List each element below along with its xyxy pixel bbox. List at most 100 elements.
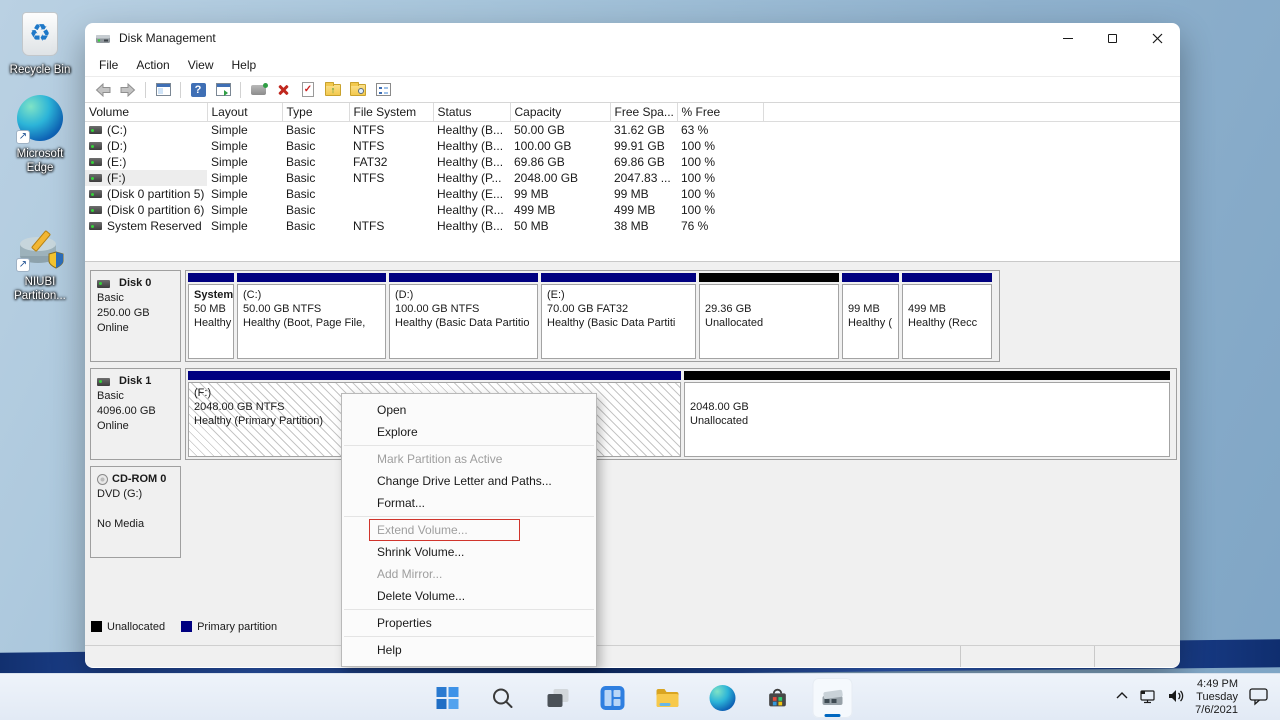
menu-item-change-drive-letter[interactable]: Change Drive Letter and Paths...: [342, 470, 596, 492]
search-icon: [491, 686, 515, 710]
partition-c[interactable]: (C:)50.00 GB NTFSHealthy (Boot, Page Fil…: [237, 273, 386, 359]
partition-e[interactable]: (E:)70.00 GB FAT32Healthy (Basic Data Pa…: [541, 273, 696, 359]
maximize-icon: [1108, 34, 1117, 43]
taskbar-clock[interactable]: 4:49 PM Tuesday 7/6/2021: [1195, 678, 1238, 717]
search-button[interactable]: [483, 678, 523, 718]
microsoft-store-button[interactable]: [758, 678, 798, 718]
folder-up-icon: ↑: [325, 84, 341, 96]
maximize-button[interactable]: [1090, 23, 1135, 53]
toolbar-separator: [180, 82, 181, 98]
desktop-icon-microsoft-edge[interactable]: ↗ Microsoft Edge: [2, 92, 78, 175]
col-layout[interactable]: Layout: [207, 103, 282, 122]
col-volume[interactable]: Volume: [85, 103, 207, 122]
partition-color-band: [188, 273, 234, 282]
menu-help[interactable]: Help: [223, 56, 266, 74]
forward-arrow-icon: [120, 83, 136, 97]
cd-icon: [97, 474, 108, 485]
properties-doc-button[interactable]: ✓: [298, 80, 318, 100]
widgets-icon: [601, 686, 625, 710]
network-tray-button[interactable]: [1139, 688, 1157, 707]
file-explorer-button[interactable]: [648, 678, 688, 718]
partition-d[interactable]: (D:)100.00 GB NTFSHealthy (Basic Data Pa…: [389, 273, 538, 359]
partition-color-band: [902, 273, 992, 282]
context-menu: Open Explore Mark Partition as Active Ch…: [341, 393, 597, 667]
console-tool-button[interactable]: [248, 80, 268, 100]
menu-item-format[interactable]: Format...: [342, 492, 596, 514]
start-button[interactable]: [428, 678, 468, 718]
table-row[interactable]: (C:) SimpleBasic NTFSHealthy (B... 50.00…: [85, 122, 1180, 139]
table-row[interactable]: (Disk 0 partition 5) SimpleBasic Healthy…: [85, 186, 1180, 202]
disk0-panel[interactable]: Disk 0 Basic 250.00 GB Online: [90, 270, 181, 362]
col-type[interactable]: Type: [282, 103, 349, 122]
shortcut-arrow-icon: ↗: [16, 130, 30, 144]
menu-item-shrink-volume[interactable]: Shrink Volume...: [342, 541, 596, 563]
table-row-selected[interactable]: (F:) SimpleBasic NTFSHealthy (P... 2048.…: [85, 170, 1180, 186]
notifications-button[interactable]: [1248, 686, 1270, 709]
disk1-size: 4096.00 GB: [97, 404, 174, 419]
col-filler: [763, 103, 1180, 122]
checklist-icon: [376, 83, 391, 96]
menu-separator: [344, 445, 594, 446]
minimize-button[interactable]: [1045, 23, 1090, 53]
col-file-system[interactable]: File System: [349, 103, 433, 122]
open-folder-button[interactable]: ↑: [323, 80, 343, 100]
desktop-icon-niubi-partition[interactable]: ↗ NIUBI Partition...: [2, 220, 78, 303]
partition-efi[interactable]: 99 MBHealthy (: [842, 273, 899, 359]
help-button[interactable]: ?: [188, 80, 208, 100]
show-console-tree-button[interactable]: [153, 80, 173, 100]
primary-partition-swatch: [181, 621, 192, 632]
disk-management-window: Disk Management File Action View Help: [85, 23, 1180, 668]
tray-chevron-button[interactable]: [1115, 690, 1129, 705]
taskbar: 4:49 PM Tuesday 7/6/2021: [0, 673, 1280, 720]
partition-recovery[interactable]: 499 MBHealthy (Recc: [902, 273, 992, 359]
back-button[interactable]: [93, 80, 113, 100]
cdrom-panel[interactable]: CD-ROM 0 DVD (G:) No Media: [90, 466, 181, 558]
menu-action[interactable]: Action: [127, 56, 178, 74]
table-row[interactable]: (E:) SimpleBasic FAT32Healthy (B... 69.8…: [85, 154, 1180, 170]
desktop: ♻ Recycle Bin ↗ Microsoft Edge ↗ NIUBI P…: [0, 0, 1280, 720]
col-status[interactable]: Status: [433, 103, 510, 122]
show-action-pane-button[interactable]: [213, 80, 233, 100]
menu-item-help[interactable]: Help: [342, 639, 596, 661]
partition-unallocated-disk1[interactable]: 2048.00 GBUnallocated: [684, 371, 1170, 457]
forward-button[interactable]: [118, 80, 138, 100]
delete-button[interactable]: [273, 80, 293, 100]
desktop-icon-label: NIUBI Partition...: [2, 275, 78, 303]
edge-button[interactable]: [703, 678, 743, 718]
col-percent-free[interactable]: % Free: [677, 103, 763, 122]
task-view-icon: [545, 686, 571, 710]
menu-item-explore[interactable]: Explore: [342, 421, 596, 443]
menu-item-delete-volume[interactable]: Delete Volume...: [342, 585, 596, 607]
close-button[interactable]: [1135, 23, 1180, 53]
volume-tray-button[interactable]: [1167, 688, 1185, 707]
partition-unallocated-disk0[interactable]: 29.36 GBUnallocated: [699, 273, 839, 359]
table-row[interactable]: (Disk 0 partition 6) SimpleBasic Healthy…: [85, 202, 1180, 218]
toolbar-separator: [145, 82, 146, 98]
col-free-space[interactable]: Free Spa...: [610, 103, 677, 122]
volume-icon: [89, 142, 102, 150]
menu-file[interactable]: File: [90, 56, 127, 74]
volume-icon: [89, 174, 102, 182]
properties-list-button[interactable]: [373, 80, 393, 100]
desktop-icon-recycle-bin[interactable]: ♻ Recycle Bin: [2, 8, 78, 77]
explore-folder-button[interactable]: [348, 80, 368, 100]
menu-item-properties[interactable]: Properties: [342, 612, 596, 634]
disk0-kind: Basic: [97, 291, 174, 306]
toolbar: ? ✓ ↑: [85, 76, 1180, 103]
doc-check-icon: ✓: [302, 82, 314, 97]
widgets-button[interactable]: [593, 678, 633, 718]
menu-item-extend-volume: Extend Volume...: [342, 519, 596, 541]
partition-color-band: [188, 371, 681, 380]
menu-view[interactable]: View: [179, 56, 223, 74]
disk0-partition-strip: System50 MBHealthy (C:)50.00 GB NTFSHeal…: [185, 270, 1000, 362]
disk1-panel[interactable]: Disk 1 Basic 4096.00 GB Online: [90, 368, 181, 460]
partition-system-reserved[interactable]: System50 MBHealthy: [188, 273, 234, 359]
volume-icon: [89, 190, 102, 198]
legend: Unallocated Primary partition: [91, 621, 277, 633]
disk-management-taskbar-button[interactable]: [813, 678, 853, 718]
menu-item-open[interactable]: Open: [342, 399, 596, 421]
table-row[interactable]: (D:) SimpleBasic NTFSHealthy (B... 100.0…: [85, 138, 1180, 154]
task-view-button[interactable]: [538, 678, 578, 718]
table-row[interactable]: System Reserved SimpleBasic NTFSHealthy …: [85, 218, 1180, 234]
col-capacity[interactable]: Capacity: [510, 103, 610, 122]
